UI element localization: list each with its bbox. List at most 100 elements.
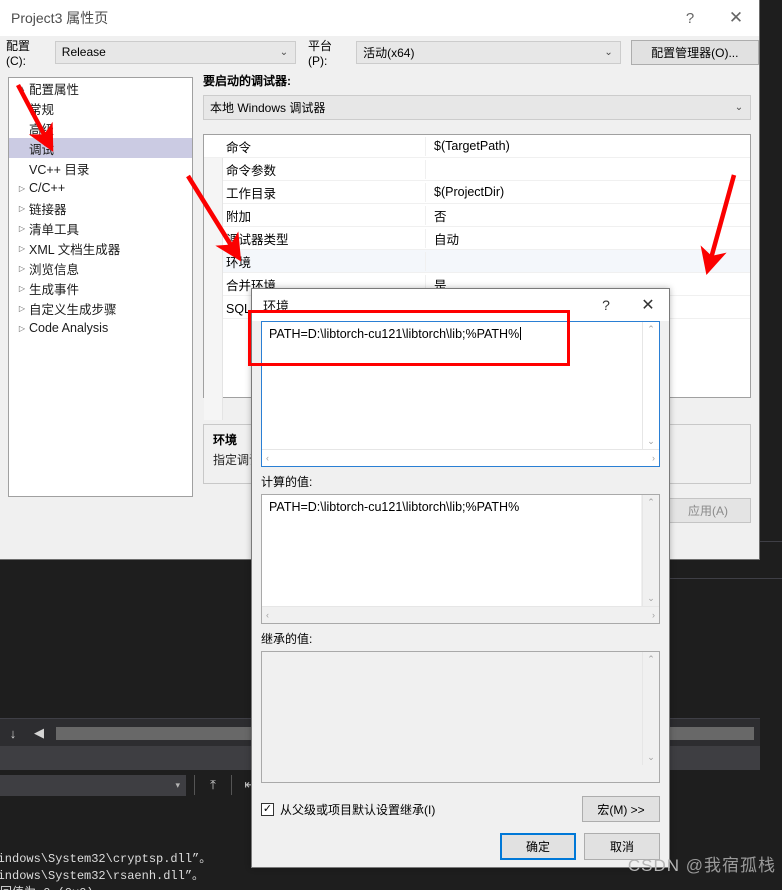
expander-icon[interactable]: ▷ [15,304,29,313]
tree-item-label: C/C++ [29,181,66,195]
tree-item-configuration-properties[interactable]: ▲ 配置属性 [9,78,192,98]
configuration-select[interactable]: Release ⌄ [54,40,296,64]
tree-item-label: 清单工具 [29,222,80,237]
vertical-scrollbar[interactable]: ⌃ ⌄ [642,322,659,449]
environment-dialog-body: PATH=D:\libtorch-cu121\libtorch\lib;%PAT… [252,321,669,860]
table-row[interactable]: 调试器类型 自动 [204,227,750,250]
environment-value-textarea[interactable]: PATH=D:\libtorch-cu121\libtorch\lib;%PAT… [261,321,660,467]
down-arrow-icon[interactable]: ↓ [0,720,26,746]
property-value[interactable]: $(ProjectDir) [426,185,504,199]
tree-item-label: XML 文档生成器 [29,242,121,257]
tree-item-general[interactable]: 常规 [9,98,192,118]
tree-item-browse-information[interactable]: ▷ 浏览信息 [9,258,192,278]
close-icon[interactable]: ✕ [627,291,669,319]
tree-item-xml-doc-generator[interactable]: ▷ XML 文档生成器 [9,238,192,258]
vertical-scrollbar[interactable]: ⌃ ⌄ [642,652,659,765]
table-row-environment[interactable]: 环境 [204,250,750,273]
watermark-brand: CSDN [627,856,680,875]
inherited-value-box: ⌃ ⌄ [261,651,660,783]
clear-output-icon[interactable]: ⤒ [203,775,223,795]
watermark-author: @我宿孤栈 [685,856,776,875]
scroll-down-icon[interactable]: ⌄ [647,591,655,606]
tree-item-debugging[interactable]: 调试 [9,138,192,158]
debugger-select[interactable]: 本地 Windows 调试器 ⌄ [203,95,751,120]
expander-icon[interactable]: ▷ [15,204,29,213]
debugger-value: 本地 Windows 调试器 [210,101,326,115]
inherit-checkbox-label: 从父级或项目默认设置继承(I) [280,802,436,817]
tree-item-label: 自定义生成步骤 [29,302,117,317]
expander-icon[interactable]: ▲ [15,84,29,93]
apply-button[interactable]: 应用(A) [665,498,751,523]
inherited-value-text [262,652,641,765]
output-source-combo[interactable]: ▾ [0,774,186,796]
inherit-checkbox[interactable]: ✓ [261,802,274,816]
table-row[interactable]: 工作目录 $(ProjectDir) [204,181,750,204]
tree-item-custom-build-step[interactable]: ▷ 自定义生成步骤 [9,298,192,318]
property-name: 调试器类型 [204,228,426,248]
scroll-up-icon[interactable]: ⌃ [647,652,655,667]
tree-item-label: VC++ 目录 [29,162,90,177]
expander-icon[interactable]: ▷ [15,244,29,253]
property-value[interactable]: $(TargetPath) [426,139,510,153]
tree-item-manifest-tool[interactable]: ▷ 清单工具 [9,218,192,238]
tree-item-build-events[interactable]: ▷ 生成事件 [9,278,192,298]
expander-icon[interactable]: ▷ [15,324,29,333]
help-icon[interactable]: ? [667,3,713,33]
property-name: 附加 [204,205,426,225]
inherited-value-label: 继承的值: [261,632,313,646]
tree-item-code-analysis[interactable]: ▷ Code Analysis [9,318,192,338]
environment-dialog-titlebar: 环境 ? ✕ [252,289,669,321]
titlebar-buttons: ? ✕ [585,291,669,319]
horizontal-scrollbar[interactable]: ‹ › [262,606,659,623]
environment-value: PATH=D:\libtorch-cu121\libtorch\lib;%PAT… [269,327,520,341]
scroll-right-icon[interactable]: › [652,610,655,620]
configuration-row: 配置(C): Release ⌄ 平台(P): 活动(x64) ⌄ 配置管理器(… [0,36,759,68]
tree-item-label: 常规 [29,102,55,117]
scroll-up-icon[interactable]: ⌃ [647,495,655,510]
property-tree[interactable]: ▲ 配置属性 常规 高级 调试 VC++ 目录 ▷ C/C++ ▷ 链接器 ▷ … [8,77,193,497]
vertical-scrollbar[interactable]: ⌃ ⌄ [642,495,659,606]
expander-icon[interactable]: ▷ [15,284,29,293]
scroll-right-icon[interactable]: › [652,453,655,463]
platform-value: 活动(x64) [363,45,415,60]
expander-icon[interactable]: ▷ [15,224,29,233]
tree-item-c-cpp[interactable]: ▷ C/C++ [9,178,192,198]
help-icon[interactable]: ? [585,291,627,319]
ok-button[interactable]: 确定 [500,833,576,860]
tree-item-advanced[interactable]: 高级 [9,118,192,138]
tree-item-label: Code Analysis [29,321,109,335]
divider [194,775,195,795]
table-row[interactable]: 附加 否 [204,204,750,227]
page-title: Project3 属性页 [11,10,109,26]
tree-item-linker[interactable]: ▷ 链接器 [9,198,192,218]
macros-button[interactable]: 宏(M) >> [582,796,660,822]
left-arrow-icon[interactable]: ◀ [26,720,52,746]
expander-icon[interactable]: ▷ [15,184,29,193]
property-name: 命令 [204,136,426,156]
property-name: 工作目录 [204,182,426,202]
titlebar-buttons: ? ✕ [667,0,759,36]
tree-item-vc-directories[interactable]: VC++ 目录 [9,158,192,178]
scroll-left-icon[interactable]: ‹ [266,453,269,463]
scroll-down-icon[interactable]: ⌄ [647,434,655,449]
tree-item-label: 调试 [29,142,55,157]
configuration-manager-button[interactable]: 配置管理器(O)... [630,39,759,65]
table-row[interactable]: 命令 $(TargetPath) [204,135,750,158]
scroll-down-icon[interactable]: ⌄ [647,750,655,765]
configuration-label: 配置(C): [6,38,31,68]
computed-value-box: PATH=D:\libtorch-cu121\libtorch\lib;%PAT… [261,494,660,624]
computed-value-text: PATH=D:\libtorch-cu121\libtorch\lib;%PAT… [262,495,641,606]
tree-item-label: 生成事件 [29,282,80,297]
scroll-left-icon[interactable]: ‹ [266,610,269,620]
environment-button-row: 确定 取消 [261,833,660,860]
expander-icon[interactable]: ▷ [15,264,29,273]
environment-value-text[interactable]: PATH=D:\libtorch-cu121\libtorch\lib;%PAT… [262,322,641,449]
table-row[interactable]: 命令参数 [204,158,750,181]
scroll-up-icon[interactable]: ⌃ [647,322,655,337]
property-value[interactable]: 自动 [426,229,459,248]
property-value[interactable]: 否 [426,206,447,225]
text-caret [520,327,522,340]
horizontal-scrollbar[interactable]: ‹ › [262,449,659,466]
platform-select[interactable]: 活动(x64) ⌄ [356,40,621,64]
close-icon[interactable]: ✕ [713,3,759,33]
